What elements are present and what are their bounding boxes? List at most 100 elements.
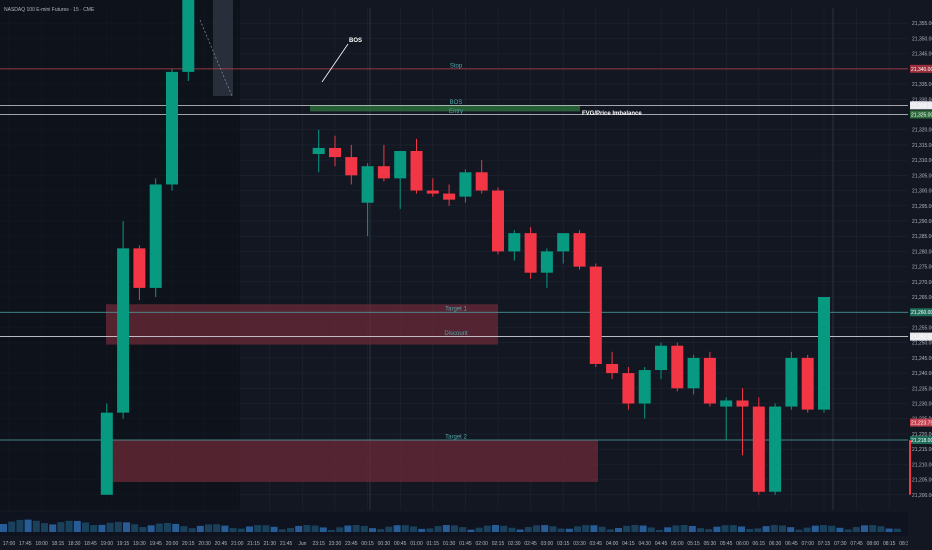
volume-bar xyxy=(721,525,729,532)
price-tag-label: 21,340.00 xyxy=(911,67,932,73)
volume-bar xyxy=(410,526,417,532)
volume-bar xyxy=(844,529,852,532)
y-tick-label: 21,315.00 xyxy=(912,143,932,149)
x-tick-label: 21:45 xyxy=(280,541,293,547)
volume-bar xyxy=(770,525,778,532)
volume-bar xyxy=(147,525,155,532)
x-tick-label: 07:30 xyxy=(834,541,847,547)
x-tick-label: 07:45 xyxy=(850,541,863,547)
volume-bar xyxy=(803,527,811,532)
level-label: Discount xyxy=(444,331,468,337)
measure-box xyxy=(213,0,233,96)
x-tick-label: 03:45 xyxy=(590,541,603,547)
y-tick-label: 21,335.00 xyxy=(912,82,932,88)
volume-bar xyxy=(82,522,89,532)
volume-bar xyxy=(213,524,221,532)
x-tick-label: 02:00 xyxy=(475,541,488,547)
target-2-zone xyxy=(106,440,598,483)
fvg-zone xyxy=(310,105,580,112)
candle-body xyxy=(345,157,358,176)
candle-body xyxy=(540,251,553,273)
volume-bar xyxy=(8,521,16,532)
volume-bar xyxy=(385,526,393,532)
candle-body xyxy=(720,400,733,407)
x-tick-label: 06:45 xyxy=(785,541,798,547)
volume-bar xyxy=(738,526,745,532)
candle-body xyxy=(508,233,521,252)
candle-body xyxy=(557,233,570,252)
volume-bar xyxy=(352,525,360,532)
y-tick-label: 21,215.00 xyxy=(912,447,932,453)
candle-body xyxy=(329,147,341,158)
volume-bar xyxy=(664,527,672,532)
volume-bar xyxy=(565,528,573,532)
volume-bar xyxy=(41,523,48,532)
x-tick-label: 05:30 xyxy=(704,541,717,547)
candle-body xyxy=(671,345,684,389)
x-tick-label: 17:00 xyxy=(3,541,16,547)
volume-bar xyxy=(623,525,631,532)
y-tick-label: 21,250.00 xyxy=(912,341,932,347)
candlestick-chart[interactable]: Stop BOS Entry Target 1 Discount Target 2 17:… xyxy=(0,0,932,550)
volume-bar xyxy=(24,519,32,532)
volume-bar xyxy=(582,525,590,532)
x-tick-label: 23:45 xyxy=(345,541,358,547)
volume-bar xyxy=(303,525,311,532)
chart-container[interactable]: Stop BOS Entry Target 1 Discount Target 2 17:… xyxy=(0,0,932,550)
volume-bar xyxy=(877,526,885,532)
volume-bar xyxy=(787,527,795,532)
candle-body xyxy=(166,71,178,185)
candle-body xyxy=(703,357,716,404)
volume-bar xyxy=(459,527,467,532)
candle-body xyxy=(589,266,602,364)
price-tag-label: 21,328.25 xyxy=(911,103,932,109)
y-tick-label: 21,310.00 xyxy=(912,158,932,164)
candle-body xyxy=(818,297,830,410)
volume-bar xyxy=(508,527,516,532)
level-label: Entry xyxy=(449,109,463,115)
volume-bar xyxy=(65,520,73,532)
y-tick-label: 21,285.00 xyxy=(912,234,932,240)
price-tag-label: 21,223.75 xyxy=(911,421,932,427)
volume-bar xyxy=(598,526,606,532)
volume-bar xyxy=(196,525,204,532)
candle-body xyxy=(133,248,146,288)
x-tick-label: 02:45 xyxy=(524,541,537,547)
y-tick-label: 21,290.00 xyxy=(912,219,932,225)
x-tick-label: 02:30 xyxy=(508,541,521,547)
x-tick-label: 04:00 xyxy=(606,541,619,547)
volume-bar xyxy=(885,528,893,532)
x-tick-label: 03:30 xyxy=(573,541,586,547)
x-tick-label: 20:45 xyxy=(215,541,228,547)
y-tick-label: 21,205.00 xyxy=(912,478,932,484)
x-tick-label: 04:30 xyxy=(638,541,651,547)
volume-bar xyxy=(820,525,827,532)
x-tick-label: 17:45 xyxy=(19,541,32,547)
volume-bar xyxy=(32,520,40,532)
volume-bar xyxy=(754,528,762,532)
x-tick-label: 19:00 xyxy=(101,541,114,547)
x-tick-label: 07:00 xyxy=(801,541,814,547)
x-tick-label: 06:30 xyxy=(769,541,782,547)
x-tick-label: 01:15 xyxy=(427,541,440,547)
volume-bar xyxy=(98,524,106,532)
volume-bar xyxy=(49,524,57,532)
volume-bar xyxy=(762,526,770,532)
volume-bar xyxy=(377,529,385,532)
volume-bar xyxy=(467,529,475,532)
volume-bar xyxy=(114,521,122,532)
volume-bar xyxy=(229,528,237,532)
x-tick-label: 04:15 xyxy=(622,541,635,547)
x-tick-label: 03:00 xyxy=(541,541,554,547)
volume-bar xyxy=(57,522,65,532)
candle-body xyxy=(524,233,537,273)
y-tick-label: 21,210.00 xyxy=(912,462,932,468)
volume-bar xyxy=(606,529,614,532)
price-tag-label: 21,260.00 xyxy=(911,310,932,316)
volume-bar xyxy=(237,528,245,532)
x-tick-label: 01:00 xyxy=(410,541,423,547)
x-tick-label: 03:15 xyxy=(557,541,570,547)
volume-bar xyxy=(287,528,294,532)
volume-bar xyxy=(278,529,286,532)
y-tick-label: 21,355.00 xyxy=(912,21,932,27)
